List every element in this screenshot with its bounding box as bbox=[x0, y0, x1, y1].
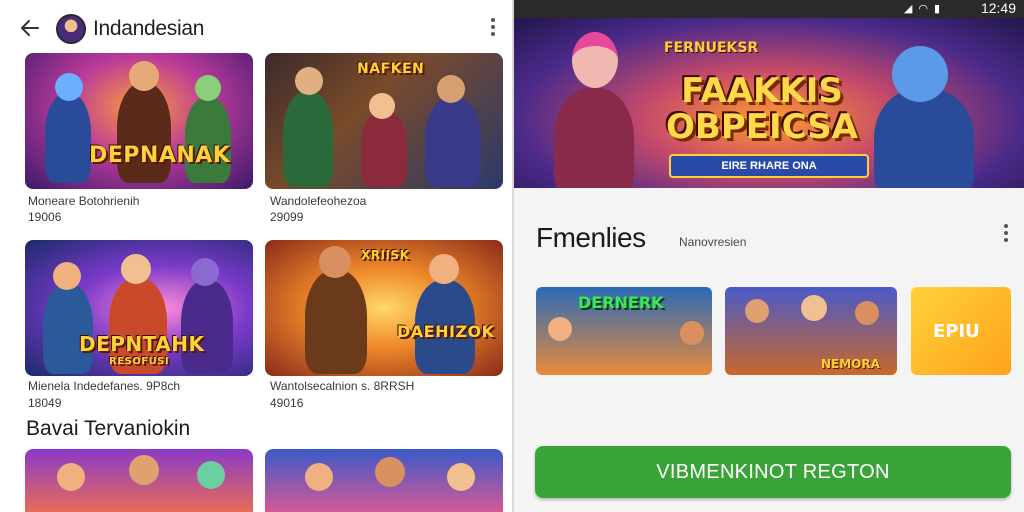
battery-icon: ▮ bbox=[933, 3, 946, 15]
character-head bbox=[305, 463, 333, 491]
game-card-4[interactable]: XRIISK DAEHIZOK bbox=[265, 240, 503, 376]
wifi-icon: ◠ bbox=[918, 3, 934, 15]
character-head bbox=[680, 321, 704, 345]
thumb-title: EPIU bbox=[933, 321, 980, 342]
hero-banner[interactable]: FERNUEKSR FAAKKIS OBPEICSA EIRE RHARE ON… bbox=[514, 18, 1024, 188]
hero-title-line2: OBPEICSA bbox=[666, 107, 858, 147]
section-title: Bavai Tervaniokin bbox=[26, 417, 191, 440]
card-banner: DEPNTAHK bbox=[79, 332, 205, 356]
character-figure bbox=[45, 93, 91, 183]
character-head bbox=[892, 46, 948, 102]
hero-ribbon: EIRE RHARE ONA bbox=[669, 154, 869, 178]
character-figure bbox=[181, 280, 233, 374]
character-head bbox=[429, 254, 459, 284]
card-meta: 19006 bbox=[28, 210, 62, 224]
thumb-title: DERNERK bbox=[578, 293, 664, 312]
more-vert-icon[interactable] bbox=[490, 18, 496, 40]
signal-icon: ◢ bbox=[903, 3, 919, 15]
character-figure bbox=[554, 88, 634, 188]
card-title: Wandolefeohezoa bbox=[270, 194, 367, 208]
hero-title: FAAKKIS OBPEICSA bbox=[642, 73, 882, 145]
character-head bbox=[191, 258, 219, 286]
character-figure bbox=[283, 91, 333, 187]
game-thumb-3[interactable]: EPIU bbox=[911, 287, 1011, 375]
card-banner-sub: XRIISK bbox=[361, 248, 410, 262]
game-card-2[interactable]: NAFKEN bbox=[265, 53, 503, 189]
game-card-6[interactable] bbox=[265, 449, 503, 512]
primary-cta-button[interactable]: VIBMENKINOT REGTON bbox=[535, 446, 1011, 498]
section-subheading: Nanovresien bbox=[679, 235, 747, 249]
left-pane: Indandesian DEPNANAK Moneare Botohrienih… bbox=[0, 0, 512, 512]
character-head bbox=[55, 73, 83, 101]
character-head bbox=[129, 61, 159, 91]
card-meta: 29099 bbox=[270, 210, 304, 224]
hero-top-text: FERNUEKSR bbox=[664, 40, 759, 56]
character-figure bbox=[425, 97, 481, 187]
character-head bbox=[319, 246, 351, 278]
character-figure bbox=[361, 111, 407, 187]
card-banner-sub: RESOFUSI bbox=[109, 356, 170, 367]
character-head bbox=[53, 262, 81, 290]
card-title: Moneare Botohrienih bbox=[28, 194, 140, 208]
character-head bbox=[121, 254, 151, 284]
character-head bbox=[572, 32, 618, 88]
card-banner: DEPNANAK bbox=[89, 143, 231, 168]
game-card-5[interactable] bbox=[25, 449, 253, 512]
character-figure bbox=[43, 284, 93, 374]
right-pane: ◢◠▮ 12:49 FERNUEKSR FAAKKIS OBPEICSA EIR… bbox=[512, 0, 1024, 512]
character-head bbox=[295, 67, 323, 95]
status-icons: ◢◠▮ bbox=[904, 2, 946, 15]
character-figure bbox=[185, 97, 231, 183]
card-banner: NAFKEN bbox=[357, 61, 425, 77]
card-title: Mienela Indedefanes. 9P8ch bbox=[28, 379, 181, 393]
character-figure bbox=[305, 270, 367, 374]
game-card-3[interactable]: DEPNTAHK RESOFUSI bbox=[25, 240, 253, 376]
page-title: Indandesian bbox=[93, 17, 205, 40]
card-title: Wantolsecalnion s. 8RRSH bbox=[270, 379, 415, 393]
game-thumb-2[interactable]: NEMORA bbox=[725, 287, 897, 375]
character-head bbox=[197, 461, 225, 489]
character-head bbox=[548, 317, 572, 341]
avatar[interactable] bbox=[56, 14, 86, 44]
character-head bbox=[195, 75, 221, 101]
card-meta: 49016 bbox=[270, 396, 304, 410]
section-heading: Fmenlies bbox=[536, 222, 646, 253]
status-bar: ◢◠▮ 12:49 bbox=[514, 0, 1024, 18]
more-vert-icon[interactable] bbox=[1003, 224, 1009, 246]
character-head bbox=[375, 457, 405, 487]
character-head bbox=[447, 463, 475, 491]
game-card-1[interactable]: DEPNANAK bbox=[25, 53, 253, 189]
card-banner: DAEHIZOK bbox=[397, 322, 495, 341]
top-app-bar: Indandesian bbox=[0, 0, 512, 56]
character-head bbox=[801, 295, 827, 321]
character-head bbox=[369, 93, 395, 119]
arrow-left-icon[interactable] bbox=[18, 16, 42, 40]
game-thumb-1[interactable]: DERNERK bbox=[536, 287, 712, 375]
character-head bbox=[57, 463, 85, 491]
character-head bbox=[745, 299, 769, 323]
hero-title-line1: FAAKKIS bbox=[681, 71, 843, 111]
character-figure bbox=[874, 88, 974, 188]
thumb-title: NEMORA bbox=[821, 357, 880, 371]
status-time: 12:49 bbox=[980, 0, 1016, 16]
character-figure bbox=[117, 83, 171, 183]
character-head bbox=[437, 75, 465, 103]
card-meta: 18049 bbox=[28, 396, 62, 410]
character-head bbox=[855, 301, 879, 325]
character-head bbox=[129, 455, 159, 485]
